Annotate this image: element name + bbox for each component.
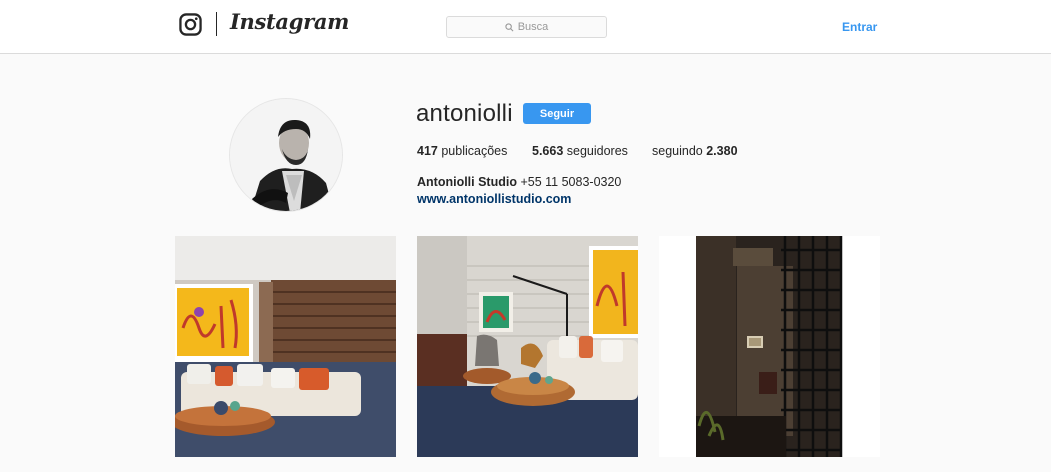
post-thumbnail-1[interactable] (175, 236, 396, 457)
profile-username: antoniolli (416, 100, 513, 127)
logo-divider (216, 12, 217, 36)
instagram-camera-icon[interactable] (179, 13, 202, 36)
search-input[interactable]: Busca (446, 16, 607, 38)
followers-count: 5.663 (532, 144, 564, 158)
top-navigation-bar: Instagram Busca Entrar (0, 0, 1051, 54)
post-thumbnail-3[interactable] (659, 236, 880, 457)
post-image-1 (175, 236, 396, 457)
avatar[interactable] (229, 98, 343, 212)
search-placeholder: Busca (517, 21, 549, 33)
following-label: seguindo (652, 144, 703, 158)
profile-bio: Antoniolli Studio +55 11 5083-0320 (417, 175, 621, 189)
profile-phone: +55 11 5083-0320 (520, 175, 622, 189)
post-image-2 (417, 236, 638, 457)
following-stat[interactable]: seguindo 2.380 (652, 144, 738, 158)
instagram-wordmark-logo[interactable]: Instagram (230, 9, 349, 34)
followers-stat[interactable]: 5.663 seguidores (532, 144, 628, 158)
post-thumbnail-2[interactable] (417, 236, 638, 457)
posts-label: publicações (441, 144, 508, 158)
followers-label: seguidores (566, 144, 628, 158)
follow-button[interactable]: Seguir (523, 103, 591, 124)
posts-stat: 417 publicações (417, 144, 507, 158)
following-count: 2.380 (706, 144, 738, 158)
login-link[interactable]: Entrar (842, 20, 877, 34)
posts-count: 417 (417, 144, 438, 158)
search-icon (505, 22, 514, 31)
post-image-3 (659, 236, 880, 457)
profile-full-name: Antoniolli Studio (417, 175, 517, 189)
profile-website-link[interactable]: www.antoniollistudio.com (417, 192, 571, 206)
